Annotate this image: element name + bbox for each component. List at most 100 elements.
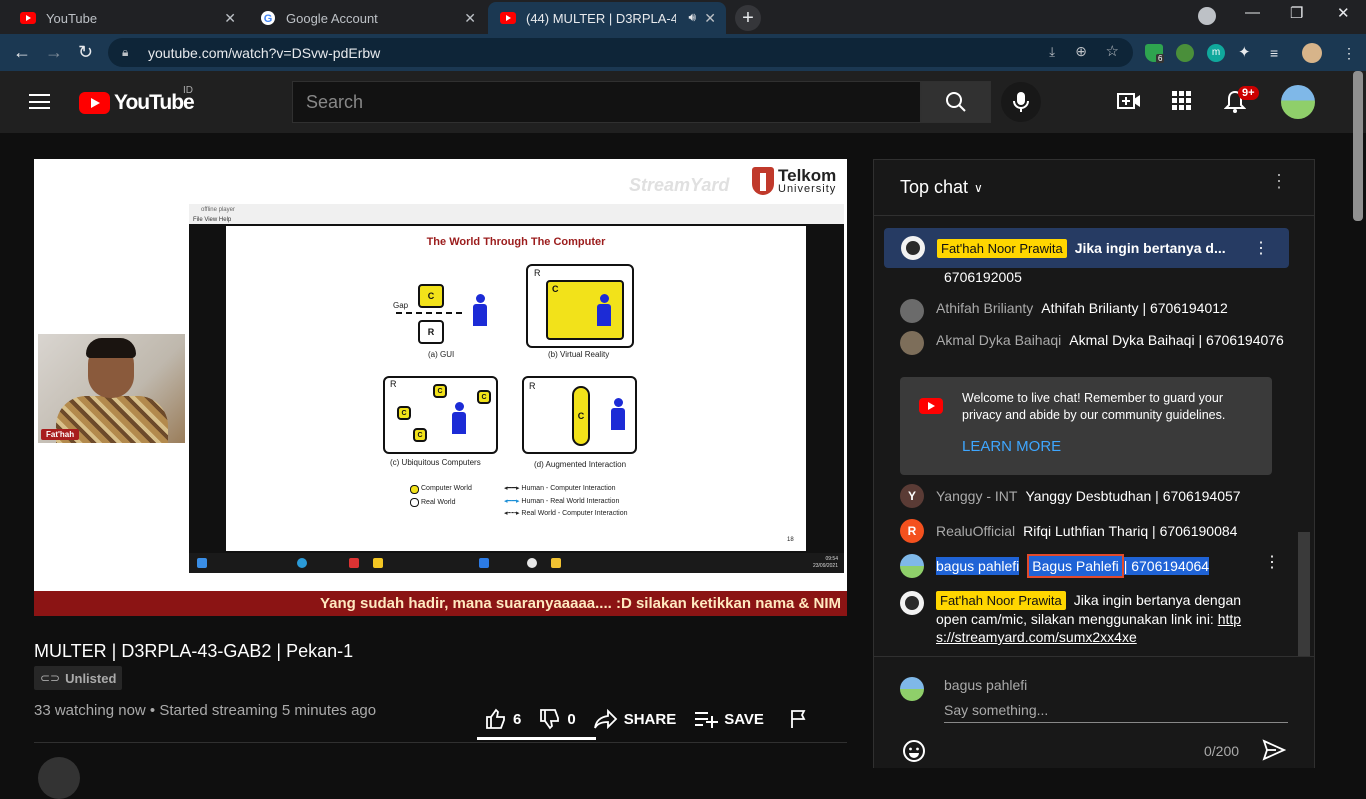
like-button[interactable]: 6 — [485, 708, 521, 730]
computer-box: C — [413, 428, 427, 442]
zoom-icon[interactable]: ⊕ — [1075, 43, 1087, 60]
message-text: Rifqi Luthfian Thariq | 6706190084 — [1023, 523, 1238, 539]
author-avatar — [900, 299, 924, 323]
chat-header: Top chat ∨ ⋮ — [874, 160, 1314, 216]
address-bar[interactable]: 🔒︎ youtube.com/watch?v=DSvw-pdErbw ⤓ ⊕ ☆ — [108, 38, 1133, 67]
panel-caption-c: (c) Ubiquitous Computers — [390, 458, 481, 467]
learn-more-link[interactable]: LEARN MORE — [962, 438, 1061, 455]
media-queue-icon[interactable]: ≡ — [1270, 44, 1288, 62]
minimize-icon[interactable]: — — [1245, 4, 1260, 21]
forward-icon[interactable]: → — [45, 42, 63, 63]
profile-avatar[interactable] — [1302, 43, 1322, 63]
pinned-more-icon[interactable]: ⋮ — [1253, 238, 1269, 258]
apps-grid-icon[interactable] — [1172, 91, 1192, 111]
tab-multer-active[interactable]: (44) MULTER | D3RPLA-43-G 🔊︎ ✕ — [488, 2, 726, 34]
welcome-banner: Welcome to live chat! Remember to guard … — [900, 377, 1272, 475]
character-count: 0/200 — [1204, 743, 1240, 759]
speaker-name-tag: Fat'hah — [41, 429, 80, 440]
install-icon[interactable]: ⤓ — [1049, 44, 1055, 60]
new-tab-button[interactable]: + — [735, 5, 761, 31]
page-scrollbar[interactable] — [1353, 71, 1363, 221]
close-tab-icon[interactable]: ✕ — [224, 10, 236, 27]
legend-hri-text: Human - Real World Interaction — [521, 498, 620, 505]
computer-world-box: C — [546, 280, 624, 340]
c-label: C — [481, 393, 487, 401]
c-label: C — [552, 284, 559, 294]
share-arrow-icon — [593, 709, 617, 729]
chat-message: R RealuOfficial Rifqi Luthfian Thariq | … — [900, 519, 1290, 543]
chat-more-icon[interactable]: ⋮ — [1270, 172, 1288, 190]
chat-mode-selector[interactable]: Top chat — [900, 177, 968, 198]
search-button[interactable] — [921, 81, 991, 123]
reload-icon[interactable]: ↻ — [78, 42, 93, 63]
legend-hci-text: Human - Computer Interaction — [521, 485, 616, 492]
message-author: Athifah Brilianty — [936, 300, 1034, 316]
channel-avatar[interactable] — [38, 757, 80, 799]
r-label: R — [529, 381, 536, 391]
svg-text:G: G — [264, 13, 273, 25]
presenter-webcam: Fat'hah — [38, 334, 185, 443]
speaker-icon[interactable]: 🔊︎ — [688, 10, 696, 25]
chrome-menu-icon[interactable]: ⋮ — [1342, 44, 1360, 62]
human-figure — [610, 398, 626, 430]
close-window-icon[interactable]: ✕ — [1337, 4, 1350, 22]
input-username: bagus pahlefi — [944, 677, 1028, 693]
tab-search-icon[interactable] — [1198, 7, 1216, 25]
legend-rci-text: Real World - Computer Interaction — [521, 510, 628, 517]
legend-real-world: Real World — [421, 499, 456, 506]
chevron-down-icon[interactable]: ∨ — [974, 181, 983, 195]
video-player[interactable]: StreamYard Telkom University offline pla… — [34, 159, 847, 616]
shared-screen: offline player File View Help The World … — [189, 204, 844, 573]
clock-time: 09:54 — [825, 556, 838, 562]
app-icon — [373, 558, 383, 568]
c-label: C — [401, 409, 407, 417]
puzzle-extensions-icon[interactable]: ✦ — [1238, 44, 1256, 62]
report-button[interactable] — [790, 709, 814, 729]
search-input[interactable]: Search — [292, 81, 921, 123]
message-author: Yanggy - INT — [936, 488, 1018, 504]
presenter-hair — [86, 338, 136, 358]
unlisted-badge: ⊂⊃ Unlisted — [34, 666, 123, 690]
menu-hamburger-icon[interactable] — [29, 94, 50, 109]
chat-scrollbar[interactable] — [1298, 532, 1310, 656]
shield-extension-icon[interactable]: 6 — [1145, 44, 1165, 63]
edge-icon — [297, 558, 307, 568]
legend-computer-world: Computer World — [421, 485, 472, 492]
chrome-icon — [527, 558, 537, 568]
m-extension-icon[interactable]: m — [1207, 44, 1225, 62]
emoji-icon[interactable] — [902, 739, 926, 763]
send-icon[interactable] — [1262, 739, 1286, 761]
restore-icon[interactable]: ❐ — [1290, 4, 1303, 22]
r-label: R — [390, 379, 397, 389]
slide-title: The World Through The Computer — [426, 236, 606, 248]
create-video-icon[interactable] — [1117, 91, 1141, 111]
close-tab-icon[interactable]: ✕ — [704, 10, 716, 27]
chat-message: Fat'hah Noor Prawita Jika ingin bertanya … — [900, 591, 1290, 646]
youtube-icon — [919, 398, 943, 414]
url-text: youtube.com/watch?v=DSvw-pdErbw — [148, 44, 381, 61]
globe-extension-icon[interactable] — [1176, 44, 1194, 62]
like-count: 6 — [513, 710, 522, 728]
chat-input-area: bagus pahlefi Say something... 0/200 — [874, 656, 1314, 768]
message-more-icon[interactable]: ⋮ — [1264, 554, 1280, 572]
account-avatar[interactable] — [1281, 85, 1315, 119]
pinned-message[interactable]: Fat'hah Noor Prawita Jika ingin bertanya… — [884, 228, 1289, 268]
ubiquitous-panel: R C C C C — [383, 376, 498, 454]
start-icon — [197, 558, 207, 568]
back-icon[interactable]: ← — [13, 42, 31, 63]
clock-date: 23/09/2021 — [812, 563, 838, 569]
chat-message: Athifah Brilianty Athifah Brilianty | 67… — [900, 299, 1290, 323]
dislike-count: 0 — [567, 710, 576, 728]
voice-search-button[interactable] — [1001, 82, 1041, 122]
youtube-logo[interactable]: YouTube ID — [79, 85, 195, 115]
close-tab-icon[interactable]: ✕ — [464, 10, 476, 27]
app-icon — [349, 558, 359, 568]
author-avatar: R — [900, 519, 924, 543]
share-button[interactable]: SHARE — [593, 709, 676, 729]
chat-message-input[interactable]: Say something... — [944, 702, 1288, 723]
bookmark-star-icon[interactable]: ☆ — [1106, 42, 1119, 60]
dislike-button[interactable]: 0 — [539, 708, 576, 730]
tab-youtube[interactable]: YouTube ✕ — [8, 2, 246, 34]
save-button[interactable]: SAVE — [694, 710, 764, 728]
tab-google-account[interactable]: G Google Account ✕ — [248, 2, 486, 34]
